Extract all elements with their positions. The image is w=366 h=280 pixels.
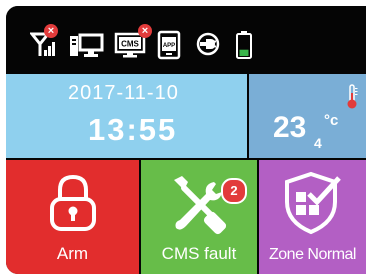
network-icon (68, 26, 104, 60)
battery-icon (234, 26, 254, 60)
date-display: 2017-11-10 (68, 82, 179, 104)
arm-button[interactable]: Arm (6, 160, 139, 274)
temperature-unit: °c (324, 112, 339, 129)
padlock-icon (6, 170, 139, 239)
alarm-panel-screen: × CMS × APP 2017-11-10 13:55 23 4 °c Arm… (0, 0, 366, 280)
arm-label: Arm (56, 244, 89, 263)
cms-fault-button[interactable]: 2 CMS fault (141, 160, 257, 274)
zone-normal-button[interactable]: Zone Normal (259, 160, 366, 274)
signal-icon: × (30, 24, 62, 60)
cms-alert-badge: × (138, 24, 152, 38)
zone-normal-label: Zone Normal (269, 246, 356, 263)
temperature-value: 23 (273, 111, 307, 144)
app-phone-icon: APP (156, 26, 182, 60)
app-label: APP (163, 43, 175, 49)
status-bar: × CMS × APP (6, 6, 366, 74)
time-display: 13:55 (88, 112, 178, 147)
cms-label: CMS (121, 40, 139, 49)
signal-alert-badge: × (44, 24, 58, 38)
fault-count-badge: 2 (221, 178, 247, 204)
temperature-decimal: 4 (314, 135, 322, 151)
thermometer-icon (345, 84, 359, 115)
datetime-tile: 2017-11-10 13:55 (6, 74, 247, 158)
shield-check-icon (259, 170, 366, 241)
screen-frame: × CMS × APP 2017-11-10 13:55 23 4 °c Arm… (6, 6, 366, 274)
cms-fault-label: CMS fault (161, 244, 237, 263)
temperature-tile: 23 4 °c (249, 74, 366, 158)
power-plug-icon (194, 26, 224, 60)
cms-monitor-icon: CMS × (114, 24, 154, 60)
